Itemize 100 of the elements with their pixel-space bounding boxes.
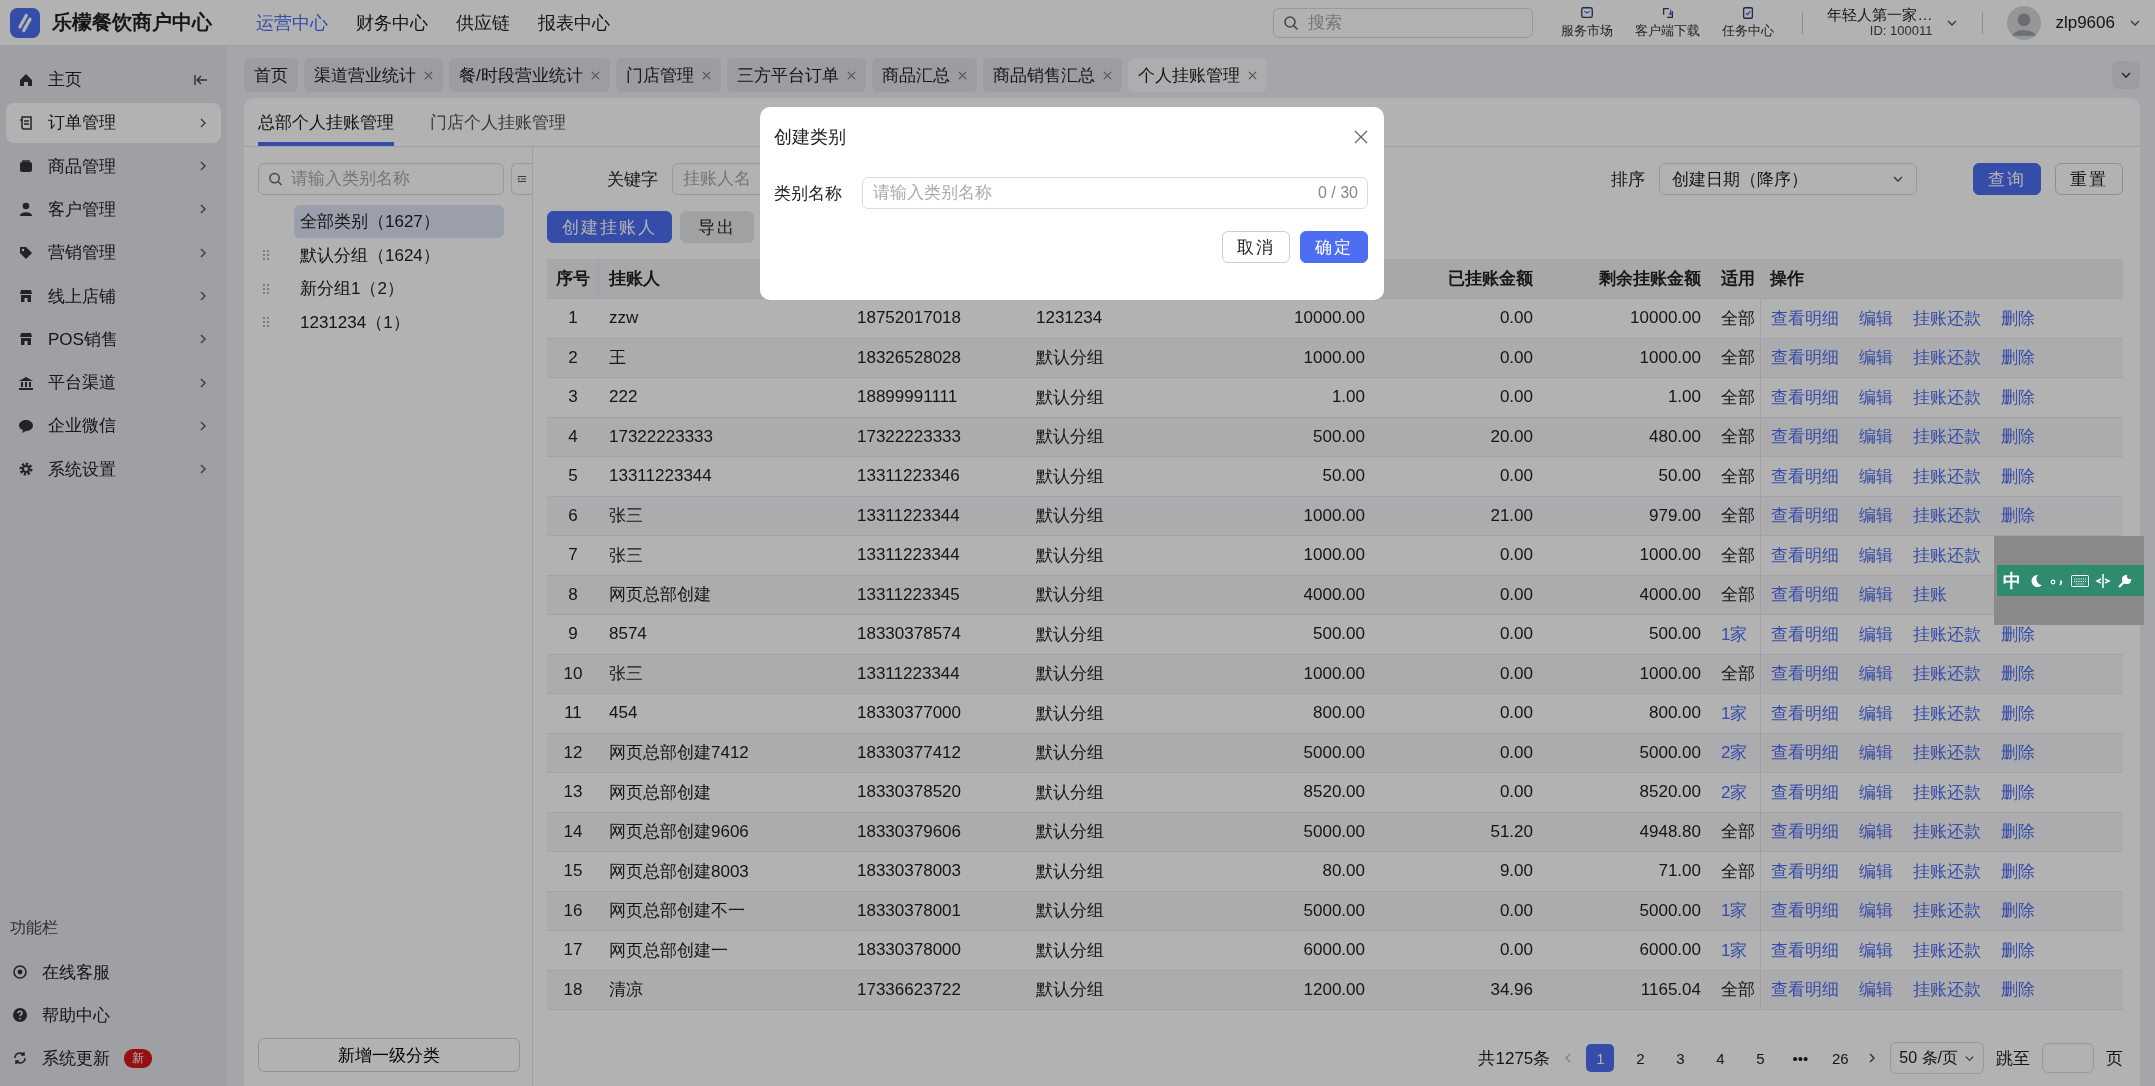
table-cell-text: 默认分组	[1036, 821, 1104, 844]
table-cell: 21.00	[1490, 505, 1533, 526]
table-cell: 9	[568, 624, 578, 645]
table-cell: 0.00	[1499, 545, 1533, 566]
table-cell: 18330377412	[857, 742, 961, 763]
table-cell: 480.00	[1649, 426, 1701, 447]
organization-id: ID: 100011	[1869, 23, 1933, 38]
table-cell-text: 默认分组	[1036, 584, 1104, 607]
table-cell-text: 默认分组	[1036, 544, 1104, 567]
table-cell: 454	[609, 703, 638, 724]
table-cell: 14	[563, 821, 583, 842]
table-cell: 5000.00	[1639, 742, 1701, 763]
column-header: 已挂账金额	[1447, 268, 1534, 290]
table-cell: 13	[563, 782, 583, 803]
table-cell: 1.00	[1331, 387, 1365, 408]
table-cell: 13311223344	[857, 663, 960, 684]
table-cell: 6	[568, 505, 578, 526]
table-cell: 4000.00	[1639, 584, 1701, 605]
table-cell-text: 清凉	[609, 979, 643, 1002]
page-suffix: 页	[2106, 1047, 2123, 1070]
table-cell-text: 网页总部创建7412	[609, 742, 749, 765]
table-cell: 0.00	[1499, 347, 1533, 368]
table-cell: 5000.00	[1303, 742, 1365, 763]
table-cell: 13311223344	[609, 466, 712, 487]
table-cell: 18330378574	[857, 624, 961, 645]
table-cell: 0.00	[1499, 940, 1533, 961]
table-cell: 1200.00	[1303, 979, 1365, 1000]
keyword-label: 关键字	[607, 168, 658, 191]
table-cell: 50.00	[1658, 466, 1701, 487]
table-cell: 0.00	[1499, 624, 1533, 645]
table-cell: 1000.00	[1303, 545, 1365, 566]
table-cell: 1000.00	[1639, 545, 1701, 566]
table-cell: 800.00	[1649, 703, 1701, 724]
table-cell: 18330378001	[857, 900, 961, 921]
table-cell: 5000.00	[1639, 900, 1701, 921]
table-cell: 1000.00	[1303, 505, 1365, 526]
table-cell-text: 王	[609, 347, 626, 370]
table-cell: 12	[563, 742, 583, 763]
table-cell: 17	[563, 940, 583, 961]
table-cell: 0.00	[1499, 703, 1533, 724]
table-cell-text: 默认分组	[1036, 860, 1104, 883]
table-cell: 979.00	[1649, 505, 1701, 526]
table-cell: 50.00	[1322, 466, 1365, 487]
table-cell: 500.00	[1313, 624, 1365, 645]
table-cell: 13311223344	[857, 505, 960, 526]
table-cell: 8	[568, 584, 578, 605]
table-cell: 18326528028	[857, 347, 961, 368]
jump-label: 跳至	[1996, 1047, 2030, 1070]
table-cell-text: 默认分组	[1036, 347, 1104, 370]
table-cell: 800.00	[1313, 703, 1365, 724]
new-badge: 新	[124, 1048, 152, 1068]
table-cell: 5000.00	[1303, 900, 1365, 921]
table-cell: 0.00	[1499, 663, 1533, 684]
table-cell: 18330379606	[857, 821, 961, 842]
table-cell: 10000.00	[1630, 308, 1701, 329]
table-cell-text: 全部	[1721, 307, 1755, 330]
table-cell: 500.00	[1313, 426, 1365, 447]
table-cell-text: 张三	[609, 663, 643, 686]
table-cell-text: 全部	[1721, 663, 1755, 686]
table-cell-text: 全部	[1721, 465, 1755, 488]
table-cell-text: 默认分组	[1036, 742, 1104, 765]
table-cell-text: 全部	[1721, 584, 1755, 607]
table-cell: 71.00	[1658, 861, 1701, 882]
table-cell-text: 张三	[609, 505, 643, 528]
table-cell-text: 默认分组	[1036, 979, 1104, 1002]
table-cell: 1165.04	[1640, 979, 1701, 1000]
table-cell: 2	[568, 347, 578, 368]
table-cell: 80.00	[1322, 861, 1365, 882]
table-cell: 0.00	[1499, 584, 1533, 605]
table-cell: 9.00	[1499, 861, 1533, 882]
table-cell: 1	[568, 308, 578, 329]
table-cell: 17322223333	[857, 426, 961, 447]
total-count: 共1275条	[1478, 1047, 1551, 1070]
table-cell-text: 网页总部创建9606	[609, 821, 749, 844]
character-counter: 0 / 30	[1317, 184, 1358, 202]
table-cell: 0.00	[1499, 466, 1533, 487]
table-cell-text: 全部	[1721, 860, 1755, 883]
column-header: 适用	[1720, 268, 1756, 290]
table-cell: 13311223345	[857, 584, 960, 605]
table-cell: 13311223346	[857, 466, 960, 487]
table-cell: 18330377000	[857, 703, 961, 724]
table-cell: 0.00	[1499, 387, 1533, 408]
section-title: 功能栏	[9, 918, 59, 938]
table-cell: 0.00	[1499, 900, 1533, 921]
table-cell-text: 网页总部创建8003	[609, 860, 749, 883]
table-cell: 0.00	[1499, 782, 1533, 803]
column-header: 剩余挂账金额	[1598, 268, 1702, 290]
table-cell: 6000.00	[1303, 940, 1365, 961]
table-cell-text: 全部	[1721, 505, 1755, 528]
table-cell: 8574	[609, 624, 647, 645]
table-cell-text: 默认分组	[1036, 465, 1104, 488]
table-cell: 20.00	[1490, 426, 1533, 447]
table-cell: 15	[563, 861, 583, 882]
table-cell-text: 默认分组	[1036, 781, 1104, 804]
column-header: 挂账人	[607, 268, 661, 290]
table-cell: 5	[568, 466, 578, 487]
table-cell: 11	[564, 703, 582, 724]
table-cell: 8520.00	[1639, 782, 1701, 803]
table-cell-text: 全部	[1721, 821, 1755, 844]
table-cell: 500.00	[1649, 624, 1701, 645]
